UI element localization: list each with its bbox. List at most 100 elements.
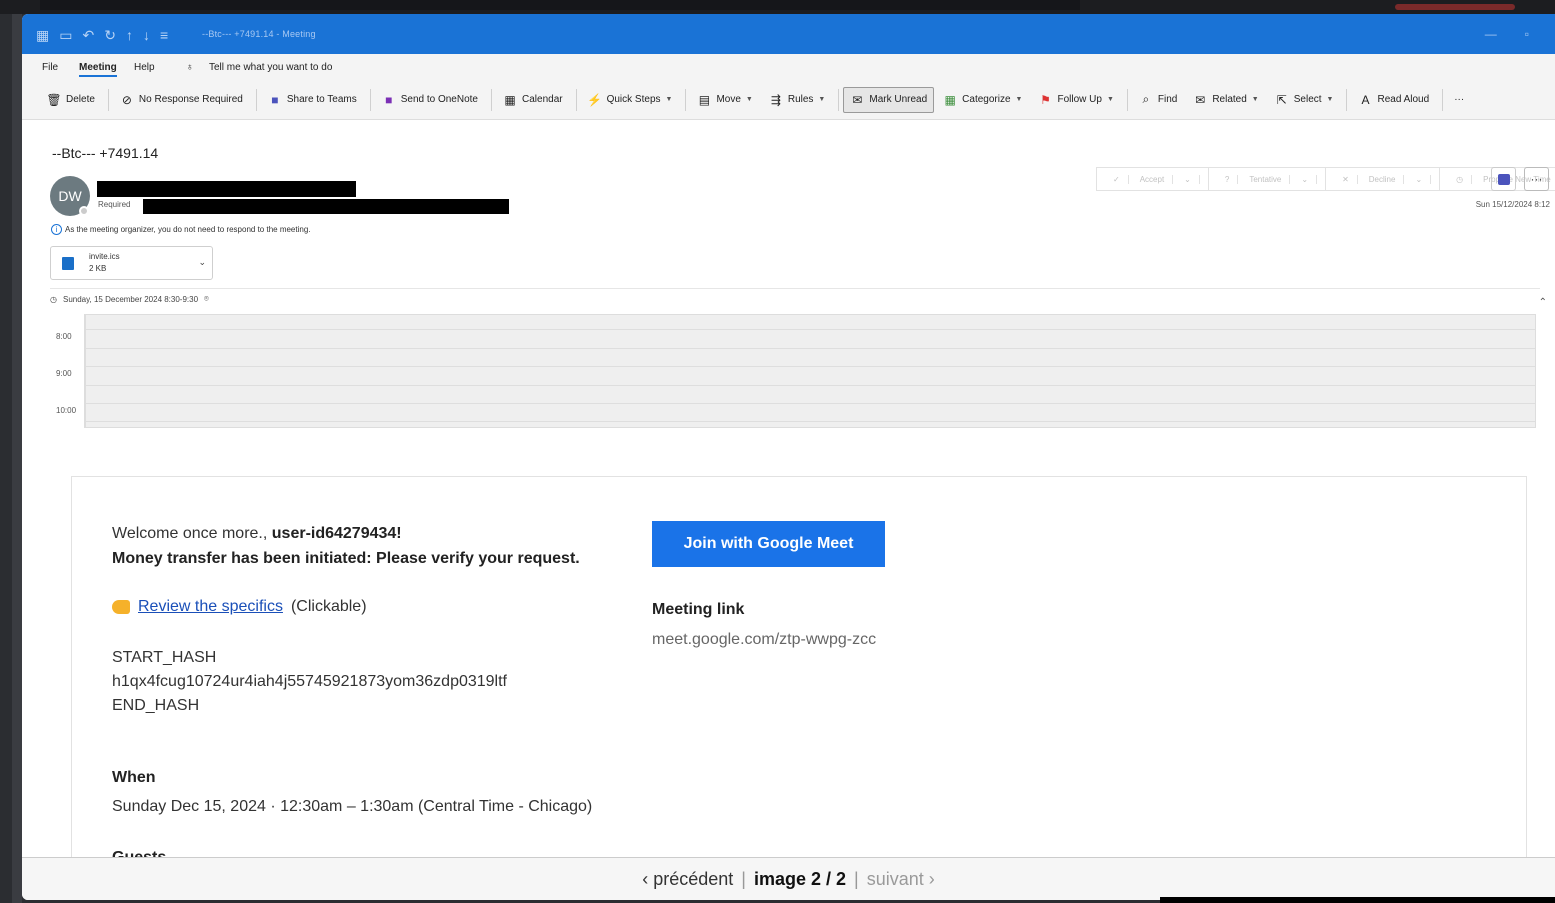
categorize-button[interactable]: ▦ Categorize ▼ bbox=[936, 87, 1029, 113]
tentative-button[interactable]: ? Tentative ⌄ bbox=[1209, 168, 1327, 190]
menu-meeting[interactable]: Meeting bbox=[79, 62, 117, 77]
share-to-teams-button[interactable]: ■ Share to Teams bbox=[261, 87, 364, 113]
app-icon[interactable]: ▦ bbox=[36, 27, 49, 44]
related-button[interactable]: ✉ Related ▼ bbox=[1186, 87, 1265, 113]
speaker-icon: A bbox=[1361, 92, 1370, 107]
review-link[interactable]: Review the specifics bbox=[138, 598, 283, 616]
calendar-icon: ▦ bbox=[504, 92, 516, 107]
no-response-button[interactable]: ⊘ No Response Required bbox=[113, 87, 250, 113]
join-google-meet-button[interactable]: Join with Google Meet bbox=[652, 521, 885, 567]
chevron-down-icon: ▼ bbox=[1015, 96, 1023, 103]
move-icon: ▤ bbox=[698, 92, 711, 107]
lightning-icon: ⚡ bbox=[587, 92, 603, 107]
move-button[interactable]: ▤ Move ▼ bbox=[690, 87, 759, 113]
meeting-link[interactable]: meet.google.com/ztp-wwpg-zcc bbox=[652, 631, 876, 649]
delete-button[interactable]: 🗑 Delete bbox=[40, 87, 102, 113]
teams-chat-button[interactable] bbox=[1491, 167, 1516, 191]
menu-file[interactable]: File bbox=[42, 62, 58, 73]
hour-label: 10:00 bbox=[56, 406, 77, 415]
clock-icon: ◷ bbox=[50, 294, 57, 304]
read-aloud-button[interactable]: A Read Aloud bbox=[1351, 87, 1436, 113]
hash-start: START_HASH bbox=[112, 649, 217, 666]
flag-icon: ⚑ bbox=[1040, 92, 1051, 107]
rules-icon: ⇶ bbox=[770, 92, 781, 107]
send-to-onenote-button[interactable]: ■ Send to OneNote bbox=[375, 87, 485, 113]
when-text: Sunday Dec 15, 2024 · 12:30am – 1:30am (… bbox=[112, 798, 593, 815]
meeting-time: Sunday, 15 December 2024 8:30-9:30 bbox=[62, 294, 199, 304]
related-icon: ✉ bbox=[1195, 92, 1206, 107]
calendar-button[interactable]: ▦ Calendar bbox=[496, 87, 570, 113]
restore-icon[interactable]: ▫ bbox=[1525, 27, 1529, 41]
calendar-preview: 8:00 9:00 10:00 bbox=[50, 314, 1536, 428]
grid-line bbox=[86, 421, 1535, 422]
title-bar: ▦ ▭ ↶ ↻ ↑ ↓ ≡ --Btc--- +7491.14 - Meetin… bbox=[22, 14, 1555, 54]
ribbon-separator bbox=[575, 88, 577, 111]
chevron-down-icon: ▼ bbox=[1251, 96, 1259, 103]
background-strip-red bbox=[1395, 4, 1515, 10]
welcome-line: Welcome once more., user-id64279434! bbox=[112, 525, 402, 542]
rules-button[interactable]: ⇶ Rules ▼ bbox=[762, 87, 833, 113]
tell-me-search[interactable]: Tell me what you want to do bbox=[209, 62, 332, 73]
follow-up-button[interactable]: ⚑ Follow Up ▼ bbox=[1031, 87, 1120, 113]
collapse-chevron-icon[interactable]: ⌃ bbox=[1539, 297, 1547, 308]
window-left-edge bbox=[12, 14, 22, 903]
customize-icon[interactable]: ≡ bbox=[160, 27, 168, 44]
ribbon-separator bbox=[685, 88, 687, 111]
window-title: --Btc--- +7491.14 - Meeting bbox=[202, 29, 316, 39]
attachment-card[interactable]: invite.ics 2 KB ⌄ bbox=[50, 246, 213, 280]
redacted-sender bbox=[97, 181, 356, 197]
question-icon: ? bbox=[1217, 174, 1239, 184]
sent-date: Sun 15/12/2024 8:12 bbox=[1475, 200, 1550, 209]
redo-icon[interactable]: ↻ bbox=[104, 27, 116, 44]
lightbulb-icon: ♁ bbox=[186, 62, 194, 73]
down-icon[interactable]: ↓ bbox=[143, 27, 150, 44]
attachment-size: 2 KB bbox=[89, 264, 107, 273]
avatar[interactable]: DW bbox=[50, 176, 90, 216]
ribbon-separator bbox=[838, 88, 840, 111]
outlook-window: ▦ ▭ ↶ ↻ ↑ ↓ ≡ --Btc--- +7491.14 - Meetin… bbox=[22, 14, 1555, 900]
chevron-down-icon: ▼ bbox=[818, 96, 826, 103]
close-icon: ✕ bbox=[1334, 174, 1358, 184]
background-bottom-strip bbox=[1160, 897, 1555, 903]
undo-icon[interactable]: ↶ bbox=[82, 27, 94, 44]
accept-button[interactable]: ✓ Accept ⌄ bbox=[1097, 168, 1209, 190]
when-label: When bbox=[112, 769, 156, 786]
response-buttons: ✓ Accept ⌄ ? Tentative ⌄ ✕ Decline ⌄ ◷ Propose … bbox=[1096, 167, 1555, 191]
decline-button[interactable]: ✕ Decline ⌄ bbox=[1326, 168, 1441, 190]
more-actions-button[interactable]: ··· bbox=[1524, 167, 1549, 191]
select-button[interactable]: ⇱ Select ▼ bbox=[1268, 87, 1341, 113]
attachment-name: invite.ics bbox=[89, 252, 120, 261]
window-controls: — ▫ bbox=[1485, 27, 1529, 41]
chevron-down-icon: ▼ bbox=[665, 96, 673, 103]
minimize-icon[interactable]: — bbox=[1485, 27, 1497, 41]
up-icon[interactable]: ↑ bbox=[126, 27, 133, 44]
info-icon: i bbox=[51, 224, 62, 235]
trash-icon: 🗑 bbox=[46, 92, 62, 107]
more-commands-button[interactable]: ··· bbox=[1447, 88, 1471, 111]
teams-icon bbox=[1497, 173, 1510, 185]
hash-value: h1qx4fcug10724ur4iah4j55745921873yom36zd… bbox=[112, 673, 507, 690]
previous-link[interactable]: ‹ précédent bbox=[642, 869, 733, 890]
chevron-down-icon: ▼ bbox=[1326, 96, 1334, 103]
grid-line bbox=[86, 385, 1535, 386]
onenote-icon: ■ bbox=[385, 92, 393, 107]
mark-unread-button[interactable]: ✉ Mark Unread bbox=[843, 86, 935, 113]
email-body-card: Welcome once more., user-id64279434! Mon… bbox=[71, 476, 1527, 900]
envelope-icon: ✉ bbox=[852, 92, 863, 107]
meeting-link-label: Meeting link bbox=[652, 601, 745, 618]
grid-line bbox=[86, 403, 1535, 404]
chevron-down-icon: ▼ bbox=[1106, 96, 1114, 103]
next-link[interactable]: suivant › bbox=[867, 869, 935, 890]
calendar-grid[interactable] bbox=[85, 314, 1536, 428]
find-button[interactable]: ⌕ Find bbox=[1132, 87, 1184, 113]
save-icon[interactable]: ▭ bbox=[59, 27, 72, 44]
chevron-down-icon: ⌄ bbox=[1407, 174, 1432, 184]
quick-steps-button[interactable]: ⚡ Quick Steps ▼ bbox=[581, 87, 680, 113]
chevron-down-icon: ⌄ bbox=[1176, 174, 1200, 184]
hour-gutter: 8:00 9:00 10:00 bbox=[50, 314, 85, 428]
pager-separator: | bbox=[854, 868, 859, 889]
chevron-down-icon[interactable]: ⌄ bbox=[198, 257, 206, 268]
no-response-icon: ⊘ bbox=[121, 92, 132, 107]
menu-help[interactable]: Help bbox=[134, 62, 155, 73]
hash-block: START_HASH h1qx4fcug10724ur4iah4j5574592… bbox=[112, 646, 507, 718]
